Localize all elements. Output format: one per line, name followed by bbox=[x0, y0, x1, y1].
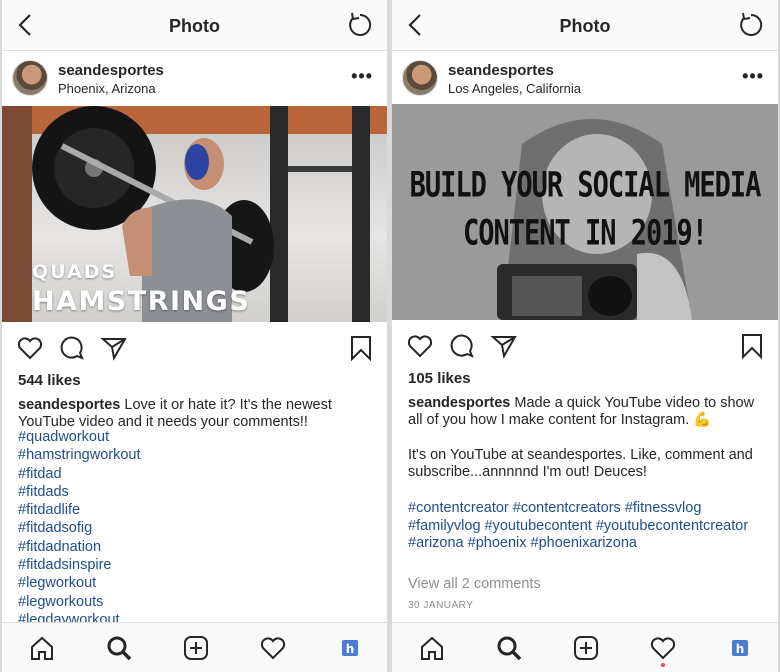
top-bar: Photo bbox=[392, 0, 778, 51]
right-screen: Photo seandesportes Los Angeles, Califor… bbox=[392, 0, 778, 672]
home-icon[interactable] bbox=[28, 634, 56, 662]
avatar[interactable] bbox=[402, 60, 438, 96]
left-screen: Photo seandesportes Phoenix, Arizona •••… bbox=[2, 0, 387, 672]
comment-icon[interactable] bbox=[448, 332, 476, 360]
post-date: 30 JANUARY bbox=[408, 600, 474, 611]
caption: seandesportes Made a quick YouTube video… bbox=[408, 395, 766, 429]
add-post-icon[interactable] bbox=[182, 634, 210, 662]
post-image-art bbox=[392, 104, 778, 320]
heart-icon[interactable] bbox=[406, 332, 434, 360]
hashtag[interactable]: #fitdadnation bbox=[18, 538, 377, 556]
search-icon[interactable] bbox=[495, 634, 523, 662]
profile-icon[interactable]: h bbox=[336, 634, 364, 662]
bookmark-icon[interactable] bbox=[738, 332, 766, 360]
location[interactable]: Los Angeles, California bbox=[448, 81, 581, 96]
image-text-line2: CONTENT IN 2019! bbox=[462, 213, 708, 254]
action-bar bbox=[392, 324, 778, 368]
hashtag[interactable]: #hamstringworkout bbox=[18, 446, 377, 464]
likes-count[interactable]: 544 likes bbox=[18, 372, 81, 389]
svg-text:h: h bbox=[736, 642, 745, 656]
username[interactable]: seandesportes bbox=[448, 62, 554, 79]
action-bar bbox=[2, 326, 387, 370]
bottom-tab-bar: h bbox=[2, 622, 387, 672]
caption: seandesportes Love it or hate it? It's t… bbox=[18, 397, 375, 431]
add-post-icon[interactable] bbox=[572, 634, 600, 662]
post-header: seandesportes Phoenix, Arizona ••• bbox=[2, 52, 387, 106]
more-options-icon[interactable]: ••• bbox=[742, 66, 764, 87]
bookmark-icon[interactable] bbox=[347, 334, 375, 362]
avatar[interactable] bbox=[12, 60, 48, 96]
caption-username[interactable]: seandesportes bbox=[18, 397, 120, 413]
search-icon[interactable] bbox=[105, 634, 133, 662]
hashtag[interactable]: #legworkouts bbox=[18, 593, 377, 611]
likes-count[interactable]: 105 likes bbox=[408, 370, 471, 387]
send-icon[interactable] bbox=[490, 332, 518, 360]
send-icon[interactable] bbox=[100, 334, 128, 362]
username[interactable]: seandesportes bbox=[58, 62, 164, 79]
activity-heart-icon[interactable] bbox=[259, 634, 287, 662]
more-options-icon[interactable]: ••• bbox=[351, 66, 373, 87]
svg-text:h: h bbox=[346, 642, 355, 656]
refresh-icon[interactable] bbox=[736, 10, 766, 40]
hashtag[interactable]: #quadworkout bbox=[18, 428, 377, 446]
caption-paragraph-2: It's on YouTube at seandesportes. Like, … bbox=[408, 447, 753, 480]
profile-icon[interactable]: h bbox=[726, 634, 754, 662]
image-text-line1: QUADS bbox=[32, 261, 118, 283]
image-text-line1: BUILD YOUR SOCIAL MEDIA bbox=[409, 165, 762, 206]
refresh-icon[interactable] bbox=[345, 10, 375, 40]
caption-username[interactable]: seandesportes bbox=[408, 395, 510, 411]
hashtag[interactable]: #fitdads bbox=[18, 483, 377, 501]
hashtag-block[interactable]: #contentcreator #contentcreators #fitnes… bbox=[408, 500, 770, 553]
hashtag[interactable]: #legworkout bbox=[18, 574, 377, 592]
heart-icon[interactable] bbox=[16, 334, 44, 362]
home-icon[interactable] bbox=[418, 634, 446, 662]
page-title: Photo bbox=[559, 16, 611, 36]
notification-dot bbox=[661, 663, 665, 667]
post-header: seandesportes Los Angeles, California ••… bbox=[392, 52, 778, 106]
hashtag[interactable]: #fitdad bbox=[18, 465, 377, 483]
view-all-comments-link[interactable]: View all 2 comments bbox=[408, 576, 541, 592]
hashtag[interactable]: #fitdadsinspire bbox=[18, 556, 377, 574]
activity-heart-icon[interactable] bbox=[649, 634, 677, 662]
hashtag[interactable]: #fitdadsofig bbox=[18, 519, 377, 537]
page-title: Photo bbox=[169, 16, 220, 36]
image-text-line2: HAMSTRINGS bbox=[32, 286, 251, 317]
location[interactable]: Phoenix, Arizona bbox=[58, 81, 156, 96]
top-bar: Photo bbox=[2, 0, 387, 51]
comment-icon[interactable] bbox=[58, 334, 86, 362]
hashtag[interactable]: #fitdadlife bbox=[18, 501, 377, 519]
post-image[interactable]: QUADS HAMSTRINGS bbox=[2, 106, 387, 322]
hashtag-list: #quadworkout #hamstringworkout #fitdad #… bbox=[18, 428, 377, 629]
post-image[interactable]: BUILD YOUR SOCIAL MEDIA CONTENT IN 2019! bbox=[392, 104, 778, 320]
bottom-tab-bar: h bbox=[392, 622, 778, 672]
